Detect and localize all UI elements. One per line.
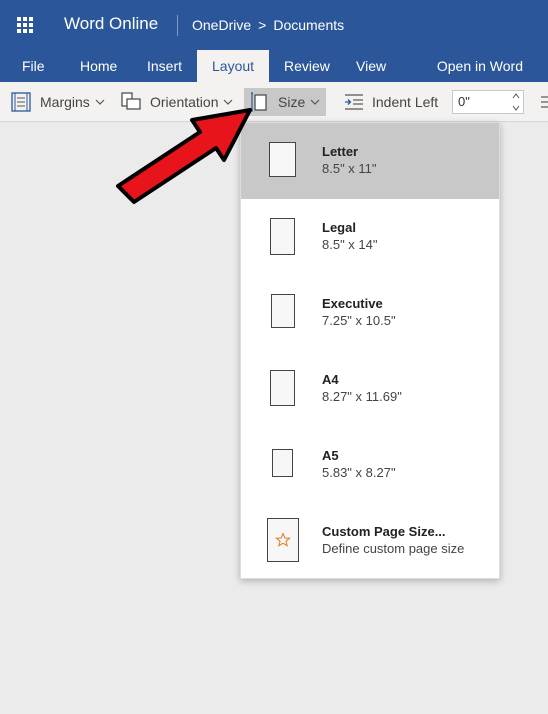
legal-name: Legal	[322, 220, 356, 235]
page-a5-icon	[272, 449, 293, 477]
ribbon-tab-bar: File Home Insert Layout Review View Open…	[0, 50, 548, 82]
breadcrumb: OneDrive > Documents	[192, 17, 344, 33]
open-in-word-button[interactable]: Open in Word	[422, 50, 538, 82]
a5-dimensions: 5.83" x 8.27"	[322, 465, 396, 480]
indent-left-label: Indent Left	[372, 94, 439, 110]
breadcrumb-onedrive[interactable]: OneDrive	[192, 17, 251, 33]
app-launcher-icon[interactable]	[17, 17, 33, 33]
tab-view[interactable]: View	[341, 50, 401, 82]
tab-insert[interactable]: Insert	[132, 50, 197, 82]
a4-dimensions: 8.27" x 11.69"	[322, 389, 402, 404]
page-custom-icon	[267, 518, 299, 562]
executive-name: Executive	[322, 296, 383, 311]
indent-left-value: 0"	[458, 94, 470, 109]
indent-left-icon	[345, 94, 363, 110]
title-bar: Word Online OneDrive > Documents	[0, 0, 548, 50]
page-a4-icon	[270, 370, 295, 406]
star-icon	[275, 532, 291, 547]
legal-dimensions: 8.5" x 14"	[322, 237, 378, 252]
margins-button[interactable]: Margins	[10, 88, 105, 116]
custom-size-description: Define custom page size	[322, 541, 465, 556]
breadcrumb-separator: >	[258, 17, 267, 33]
tab-home[interactable]: Home	[65, 50, 132, 82]
a4-name: A4	[322, 372, 339, 387]
page-size-menu: Letter 8.5" x 11" Legal 8.5" x 14" Execu…	[240, 122, 500, 579]
tab-layout[interactable]: Layout	[197, 50, 270, 82]
letter-name: Letter	[322, 144, 359, 159]
chevron-down-icon	[224, 99, 233, 105]
chevron-down-icon	[310, 99, 320, 105]
spacing-icon[interactable]	[538, 95, 548, 109]
spin-up-icon[interactable]	[512, 93, 520, 99]
size-option-custom[interactable]: Custom Page Size... Define custom page s…	[241, 503, 499, 579]
indent-left-control: Indent Left	[344, 88, 438, 116]
size-option-a4[interactable]: A4 8.27" x 11.69"	[241, 351, 499, 427]
app-name[interactable]: Word Online	[64, 14, 158, 34]
title-divider	[177, 15, 178, 36]
page-letter-icon	[269, 142, 296, 177]
annotation-arrow-icon	[116, 108, 252, 204]
size-label: Size	[278, 94, 306, 110]
chevron-down-icon	[95, 99, 105, 105]
a5-name: A5	[322, 448, 339, 463]
spin-down-icon[interactable]	[512, 105, 520, 111]
size-option-executive[interactable]: Executive 7.25" x 10.5"	[241, 275, 499, 351]
margins-icon	[11, 92, 31, 112]
page-executive-icon	[271, 294, 295, 328]
size-option-letter[interactable]: Letter 8.5" x 11"	[241, 123, 499, 199]
size-option-a5[interactable]: A5 5.83" x 8.27"	[241, 427, 499, 503]
page-legal-icon	[270, 218, 295, 255]
tab-file[interactable]: File	[7, 50, 60, 82]
size-option-legal[interactable]: Legal 8.5" x 14"	[241, 199, 499, 275]
letter-dimensions: 8.5" x 11"	[322, 161, 377, 176]
indent-left-input[interactable]: 0"	[452, 90, 524, 114]
executive-dimensions: 7.25" x 10.5"	[322, 313, 396, 328]
margins-label: Margins	[40, 94, 90, 110]
tab-review[interactable]: Review	[269, 50, 345, 82]
custom-size-name: Custom Page Size...	[322, 524, 446, 539]
breadcrumb-documents[interactable]: Documents	[273, 17, 344, 33]
layout-ribbon: Margins Orientation Size Indent Left 0"	[0, 82, 548, 122]
indent-spinner[interactable]	[512, 93, 520, 111]
